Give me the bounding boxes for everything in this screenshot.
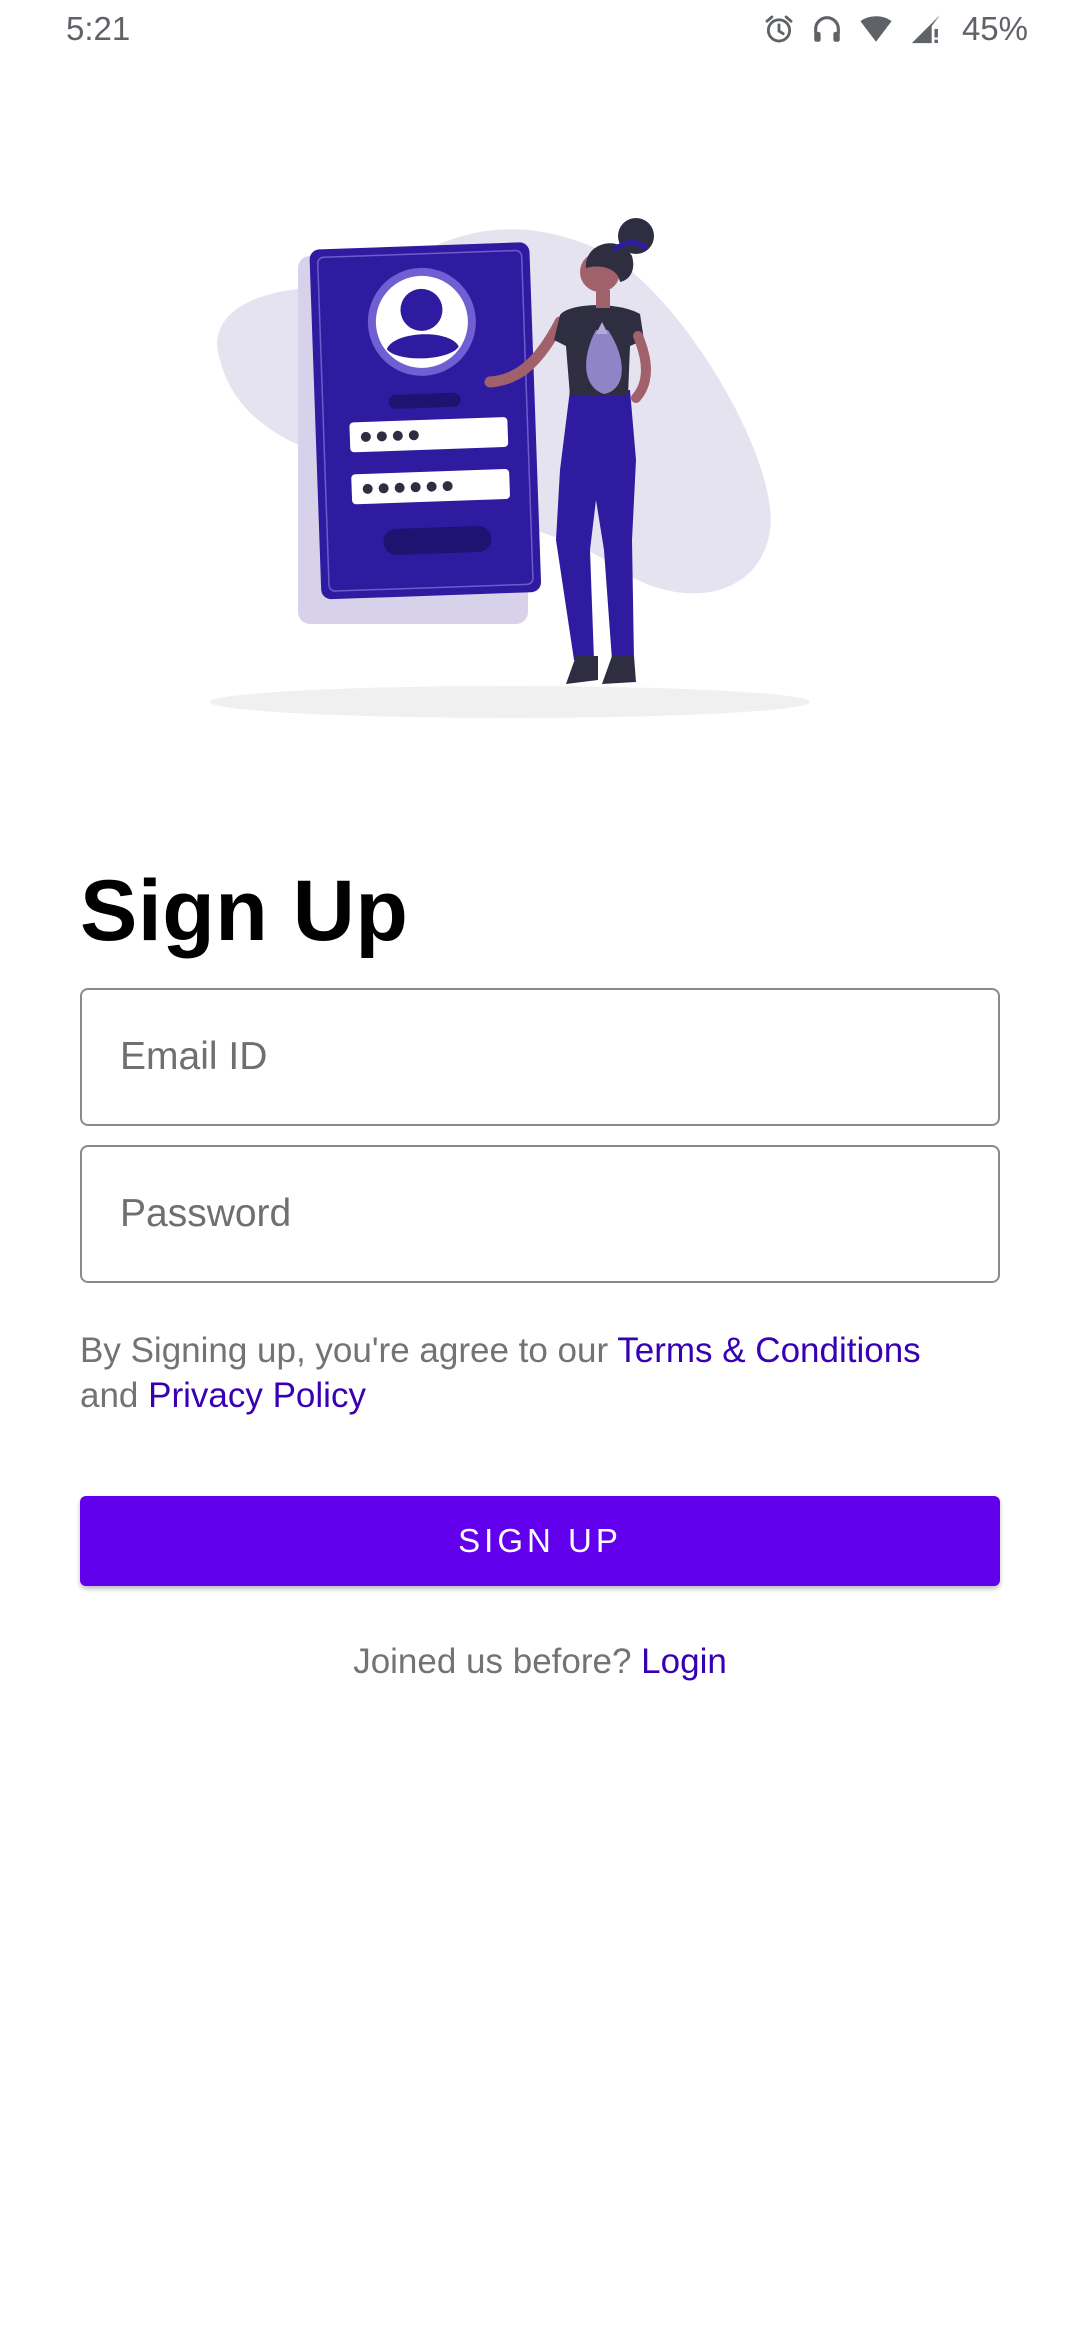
cell-signal-icon bbox=[908, 12, 944, 46]
email-field-container[interactable] bbox=[80, 988, 1000, 1126]
login-link[interactable]: Login bbox=[641, 1642, 727, 1681]
login-prompt: Joined us before? Login bbox=[0, 1642, 1080, 1682]
wifi-icon bbox=[858, 12, 894, 46]
password-field-container[interactable] bbox=[80, 1145, 1000, 1283]
sign-up-illustration bbox=[200, 210, 820, 730]
battery-percentage: 45% bbox=[961, 10, 1028, 47]
login-prompt-text: Joined us before? bbox=[353, 1642, 642, 1681]
status-bar: 5:21 45% bbox=[0, 0, 1080, 60]
status-icons: 45% bbox=[762, 8, 1028, 50]
status-time: 5:21 bbox=[66, 10, 131, 47]
terms-middle: and bbox=[80, 1376, 149, 1415]
terms-conditions-link[interactable]: Terms & Conditions bbox=[617, 1331, 920, 1370]
terms-prefix: By Signing up, you're agree to our bbox=[80, 1331, 618, 1370]
sign-up-button[interactable]: SIGN UP bbox=[80, 1496, 1000, 1586]
headphones-icon bbox=[810, 12, 844, 46]
email-field[interactable] bbox=[82, 990, 998, 1124]
password-field[interactable] bbox=[82, 1147, 998, 1281]
terms-text: By Signing up, you're agree to our Terms… bbox=[80, 1328, 1020, 1418]
page-title: Sign Up bbox=[80, 863, 409, 959]
alarm-icon bbox=[762, 12, 796, 46]
privacy-policy-link[interactable]: Privacy Policy bbox=[148, 1376, 366, 1415]
